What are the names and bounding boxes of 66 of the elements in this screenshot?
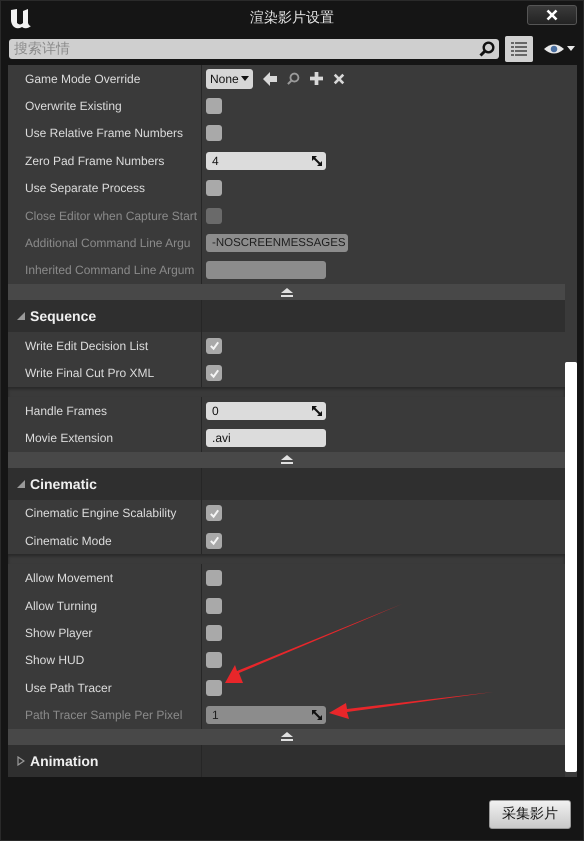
caret-icon	[240, 76, 249, 82]
view-options-button[interactable]	[505, 36, 533, 62]
section-header[interactable]: Cinematic	[8, 468, 565, 500]
number-field[interactable]: 4	[206, 152, 326, 170]
engine-logo-icon	[8, 6, 32, 30]
collapse-arrow-icon[interactable]	[280, 288, 292, 297]
checkbox[interactable]	[206, 338, 222, 354]
property-label: Use Relative Frame Numbers	[25, 126, 184, 140]
checkbox[interactable]	[206, 652, 222, 668]
property-label: Zero Pad Frame Numbers	[25, 154, 164, 168]
close-icon	[546, 9, 558, 21]
property-label: Allow Movement	[25, 571, 114, 586]
caret-icon	[567, 46, 575, 51]
class-dropdown[interactable]: None	[206, 68, 253, 89]
check-icon	[208, 535, 220, 546]
window-title: 渲染影片设置	[250, 9, 334, 27]
property-label: Show HUD	[25, 653, 84, 668]
property-label: Handle Frames	[25, 404, 108, 418]
close-button[interactable]	[527, 5, 577, 25]
check-icon	[208, 508, 220, 519]
eye-icon	[543, 42, 565, 54]
checkbox[interactable]	[206, 532, 222, 549]
plus-icon	[310, 72, 323, 86]
property-label: Write Edit Decision List	[25, 338, 148, 353]
checkbox[interactable]	[206, 624, 222, 641]
checkbox[interactable]	[206, 180, 222, 196]
check-icon	[208, 368, 220, 379]
property-label: Close Editor when Capture Start	[25, 208, 198, 223]
spinner-icon	[312, 156, 322, 166]
checkbox[interactable]	[206, 98, 222, 114]
capture-movie-button[interactable]: 采集影片	[489, 800, 571, 829]
property-label: Inherited Command Line Argum	[25, 263, 194, 278]
checkbox[interactable]	[206, 365, 222, 382]
back-arrow-icon	[262, 72, 277, 86]
property-label: Additional Command Line Argu	[25, 236, 190, 250]
checkbox[interactable]	[206, 570, 222, 586]
property-label: Show Player	[25, 626, 92, 640]
visibility-menu-button[interactable]	[543, 42, 575, 54]
spinner-icon	[312, 406, 322, 416]
property-label: Allow Turning	[25, 598, 98, 613]
checkbox[interactable]	[206, 598, 222, 614]
collapse-arrow-icon[interactable]	[280, 455, 292, 464]
section-header[interactable]: Animation	[8, 744, 565, 777]
property-label: Use Separate Process	[25, 181, 146, 196]
property-label: Write Final Cut Pro XML	[25, 366, 154, 380]
spinner-icon	[312, 710, 322, 720]
checkbox[interactable]	[206, 680, 222, 696]
check-icon	[208, 340, 220, 352]
collapse-arrow-icon[interactable]	[280, 732, 292, 742]
section-header[interactable]: Sequence	[8, 300, 565, 332]
checkbox[interactable]	[206, 505, 222, 522]
property-label: Game Mode Override	[25, 72, 140, 86]
scrollbar-thumb[interactable]	[565, 362, 577, 772]
list-icon	[511, 40, 527, 56]
property-label: Path Tracer Sample Per Pixel	[25, 708, 182, 722]
text-field[interactable]: .avi	[206, 428, 326, 447]
number-field[interactable]: 0	[206, 402, 326, 420]
checkbox[interactable]	[206, 125, 222, 142]
property-label: Cinematic Engine Scalability	[25, 506, 176, 520]
property-label: Movie Extension	[25, 430, 114, 445]
property-label: Overwrite Existing	[25, 99, 122, 114]
property-label: Cinematic Mode	[25, 534, 112, 548]
close-icon	[332, 72, 345, 85]
search-icon	[286, 72, 300, 86]
property-label: Use Path Tracer	[25, 680, 112, 695]
search-field[interactable]: 搜索详情	[9, 38, 499, 58]
